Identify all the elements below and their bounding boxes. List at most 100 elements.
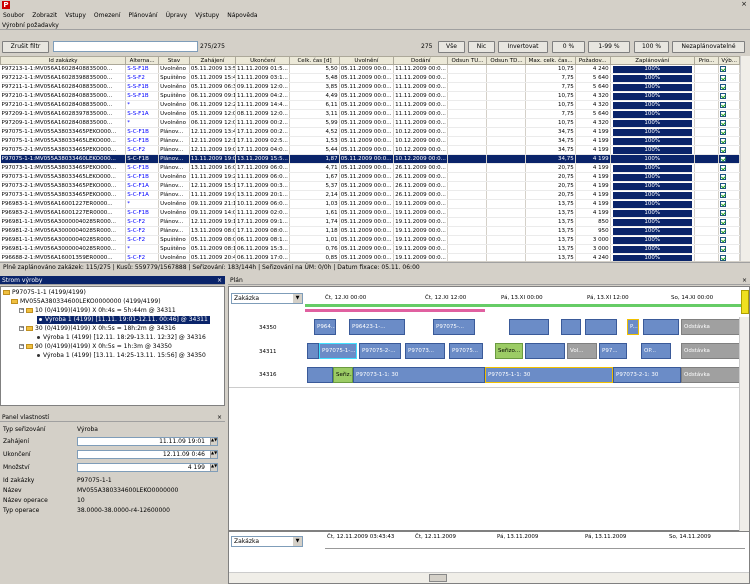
- tree-close-button[interactable]: ×: [217, 276, 222, 285]
- bottom-group-by-select[interactable]: Zakázka ▼: [231, 536, 303, 547]
- gantt-downtime[interactable]: Odstávka: [681, 319, 741, 335]
- table-row[interactable]: P97073-1-1:MV055A38033465PEKO000... S-C-F…: [0, 163, 740, 173]
- properties-close-button[interactable]: ×: [217, 413, 222, 422]
- gantt-task[interactable]: P97073-2-1: 30: [613, 367, 681, 383]
- table-row[interactable]: P96981-1-1:MV056A30000040285R000... S-C-F…: [0, 217, 740, 227]
- table-row[interactable]: P96688-2-1:MV056A16001359ER0000... S-C-F2…: [0, 253, 740, 261]
- menu-item-7[interactable]: Nápověda: [227, 10, 257, 21]
- column-header[interactable]: Výb...: [718, 56, 740, 65]
- prop-start-input[interactable]: 11.11.09 19:01 ▲▼: [77, 437, 218, 446]
- gantt-task[interactable]: [509, 319, 549, 335]
- select-none-button[interactable]: Nic: [468, 41, 495, 53]
- gantt-task[interactable]: [643, 319, 679, 335]
- gantt-setup[interactable]: Seřiz...: [333, 367, 353, 383]
- checkbox[interactable]: [720, 128, 727, 135]
- chevron-down-icon[interactable]: ▼: [293, 537, 302, 546]
- table-row[interactable]: P97209-1-1:MV056A16028397835000... S-S-F1…: [0, 109, 740, 119]
- gantt-task[interactable]: P97075...: [449, 343, 483, 359]
- plan-close-button[interactable]: ×: [742, 276, 747, 285]
- production-tree[interactable]: P97075-1-1 (4199/4199) MV055A380334600LE…: [0, 286, 225, 406]
- collapse-icon[interactable]: −: [19, 308, 24, 313]
- gantt-task[interactable]: OP...: [641, 343, 671, 359]
- spinner-icon[interactable]: ▲▼: [210, 451, 217, 458]
- gantt-task[interactable]: P97075-1-1: 30: [485, 367, 613, 383]
- table-row[interactable]: P97213-1-1:MV056A16028408835000... S-S-F1…: [0, 64, 740, 74]
- gantt-task[interactable]: P97073...: [405, 343, 445, 359]
- checkbox[interactable]: [720, 137, 727, 144]
- collapse-icon[interactable]: −: [19, 344, 24, 349]
- gantt-setup[interactable]: Seřizo...: [495, 343, 523, 359]
- menu-item-5[interactable]: Úpravy: [166, 10, 187, 21]
- select-all-button[interactable]: Vše: [438, 41, 465, 53]
- column-header[interactable]: Max. celk. čas...: [525, 56, 576, 65]
- checkbox[interactable]: [720, 245, 727, 252]
- checkbox[interactable]: [720, 74, 727, 81]
- table-row[interactable]: P96981-1-1:MV056A30000040285R000... * Spuš…: [0, 244, 740, 254]
- gantt-task[interactable]: [307, 367, 333, 383]
- table-row[interactable]: P97210-1-1:MV056A16028408835000... * Uvoln…: [0, 100, 740, 110]
- tree-operation-90-leaf[interactable]: Výroba 1 (4199) [13.11. 14:25-13.11. 15:…: [37, 352, 206, 360]
- checkbox[interactable]: [720, 101, 727, 108]
- group-by-select[interactable]: Zakázka ▼: [231, 293, 303, 304]
- gantt-task[interactable]: P...: [627, 319, 639, 335]
- gantt-task[interactable]: P97...: [599, 343, 627, 359]
- gantt-task[interactable]: [307, 343, 319, 359]
- column-header[interactable]: Ukončení: [235, 56, 291, 65]
- checkbox[interactable]: [720, 209, 727, 216]
- gantt-task-selected[interactable]: P97075-1-...: [319, 343, 357, 359]
- checkbox[interactable]: [720, 227, 727, 234]
- column-header[interactable]: Stav: [158, 56, 190, 65]
- column-header[interactable]: Prio...: [693, 56, 720, 65]
- table-row[interactable]: P97212-1-1:MV056A16028398835000... S-S-F2…: [0, 73, 740, 83]
- table-row[interactable]: P96981-2-1:MV056A30000040285R000... S-C-F…: [0, 226, 740, 236]
- menu-item-1[interactable]: Zobrazit: [32, 10, 57, 21]
- checkbox[interactable]: [720, 191, 727, 198]
- gantt-task[interactable]: P96423-1-...: [349, 319, 405, 335]
- checkbox[interactable]: [720, 254, 727, 261]
- tree-operation-10-leaf[interactable]: Výroba 1 (4199) [11.11. 19:01-12.11. 00:…: [37, 316, 210, 324]
- gantt-idle[interactable]: Vol...: [567, 343, 597, 359]
- table-row[interactable]: P97075-2-1:MV055A38033465PEKO000... S-C-F…: [0, 145, 740, 155]
- checkbox[interactable]: [720, 236, 727, 243]
- timeline-marker[interactable]: [741, 290, 749, 314]
- cancel-filter-button[interactable]: Zrušit filtr: [2, 41, 49, 53]
- gantt-task[interactable]: P97073-1-1: 30: [353, 367, 485, 383]
- close-window-button[interactable]: ×: [741, 0, 747, 8]
- menu-item-0[interactable]: Soubor: [3, 10, 24, 21]
- column-header[interactable]: Id zakázky: [0, 56, 127, 65]
- tree-operation-90[interactable]: −90 (0/4199)(4199) X 0h:5s = 1h:3m @ 343…: [19, 343, 172, 351]
- table-row[interactable]: P97211-1-1:MV056A16028408835000... S-S-F1…: [0, 82, 740, 92]
- checkbox[interactable]: [720, 200, 727, 207]
- gantt-task[interactable]: [561, 319, 581, 335]
- checkbox[interactable]: [720, 218, 727, 225]
- gantt-task[interactable]: P964...: [314, 319, 336, 335]
- table-row[interactable]: P97073-1-1:MV055A38033465LEKO000... S-C-F…: [0, 172, 740, 182]
- table-row[interactable]: P96983-2-1:MV056A16001227ER0000... S-C-F1…: [0, 208, 740, 218]
- plan-vertical-scrollbar[interactable]: [739, 317, 749, 531]
- checkbox[interactable]: [720, 155, 727, 162]
- column-header[interactable]: Požadov...: [574, 56, 611, 65]
- gantt-task[interactable]: P97075-...: [433, 319, 475, 335]
- column-header[interactable]: Odsun TD...: [486, 56, 527, 65]
- spinner-icon[interactable]: ▲▼: [210, 438, 217, 445]
- table-row[interactable]: P97075-1-1:MV055A38033460LEKO000... S-C-F…: [0, 154, 740, 164]
- table-row[interactable]: P96981-1-1:MV056A30000040285R000... S-C-F…: [0, 235, 740, 245]
- gantt-downtime[interactable]: Odstávka: [681, 367, 741, 383]
- table-row[interactable]: P97073-2-1:MV055A38033465PEKO000... S-C-F…: [0, 181, 740, 191]
- column-header[interactable]: Odsun TU...: [447, 56, 488, 65]
- filter-0-percent-button[interactable]: 0 %: [552, 41, 585, 53]
- table-row[interactable]: P96983-1-1:MV056A16001227ER0000... * Uvoln…: [0, 199, 740, 209]
- menu-item-2[interactable]: Vstupy: [65, 10, 86, 21]
- tree-product-node[interactable]: MV055A380334600LEKO0000000 (4199/4199): [11, 298, 161, 306]
- column-header[interactable]: Dodání: [393, 56, 449, 65]
- checkbox[interactable]: [720, 110, 727, 117]
- filter-input[interactable]: [53, 41, 198, 52]
- unplannable-button[interactable]: Nezaplánovatelné: [672, 41, 745, 53]
- tree-operation-10[interactable]: −10 (0/4199)(4199) X 0h:4s = 5h:44m @ 34…: [19, 307, 176, 315]
- column-header[interactable]: Uvolnění: [338, 56, 395, 65]
- tree-root-node[interactable]: P97075-1-1 (4199/4199): [3, 289, 86, 297]
- invert-selection-button[interactable]: Invertovat: [498, 41, 548, 53]
- menu-item-3[interactable]: Omezení: [94, 10, 121, 21]
- gantt-task[interactable]: [585, 319, 617, 335]
- table-row[interactable]: P97075-1-1:MV055A38033465PEKO000... S-C-F…: [0, 127, 740, 137]
